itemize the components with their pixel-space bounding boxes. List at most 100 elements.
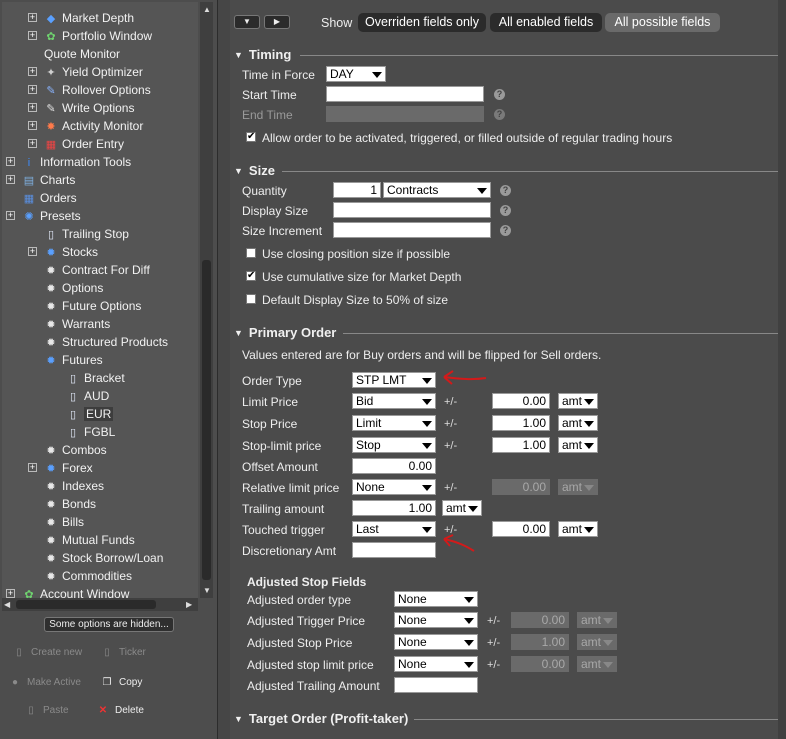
some-options-hidden-button[interactable]: Some options are hidden...: [44, 617, 174, 632]
trailing-amount-input[interactable]: 1.00: [352, 500, 436, 516]
stop-price-ref-select[interactable]: Limit: [352, 415, 436, 431]
tree-item[interactable]: ✹ Stocks: [44, 243, 98, 261]
tree-item[interactable]: ✦ Yield Optimizer: [44, 63, 143, 81]
tree-item[interactable]: ✎ Write Options: [44, 99, 134, 117]
display-size-input[interactable]: [333, 202, 491, 218]
adjusted-stop-offset-input[interactable]: 1.00: [511, 634, 569, 650]
adjusted-order-type-select[interactable]: None: [394, 591, 478, 607]
timing-section-header[interactable]: ▼ Timing: [234, 47, 291, 62]
tree-item[interactable]: ✹ Structured Products: [44, 333, 168, 351]
adjusted-trailing-input[interactable]: [394, 677, 478, 693]
tree-item[interactable]: Quote Monitor: [44, 45, 120, 63]
tree-expander-icon[interactable]: +: [28, 85, 37, 94]
touched-trigger-unit-select[interactable]: amt: [558, 521, 598, 537]
start-time-input[interactable]: [326, 86, 484, 102]
stop-limit-unit-select[interactable]: amt: [558, 437, 598, 453]
default-display-checkbox[interactable]: [246, 294, 256, 304]
scroll-left-arrow-icon[interactable]: ◀: [4, 600, 10, 609]
tree-horizontal-scrollbar[interactable]: ◀ ▶: [2, 598, 198, 611]
tree-expander-icon[interactable]: +: [6, 157, 15, 166]
tree-item[interactable]: ▦ Orders: [22, 189, 77, 207]
all-possible-fields-button[interactable]: All possible fields: [605, 13, 720, 32]
primary-order-section-header[interactable]: ▼ Primary Order: [234, 325, 336, 340]
ticker-button[interactable]: ▯ Ticker: [100, 647, 146, 658]
tree-item[interactable]: ▯ Bracket: [66, 369, 125, 387]
help-icon[interactable]: ?: [500, 225, 511, 236]
offset-amount-input[interactable]: 0.00: [352, 458, 436, 474]
limit-price-offset-input[interactable]: 0.00: [492, 393, 550, 409]
quantity-unit-select[interactable]: Contracts: [383, 182, 491, 198]
tree-item[interactable]: ✹ Bonds: [44, 495, 96, 513]
tree-item[interactable]: ▯ FGBL: [66, 423, 115, 441]
adjusted-stop-limit-unit-select[interactable]: amt: [577, 656, 617, 672]
tree-expander-icon[interactable]: +: [28, 121, 37, 130]
tree-item[interactable]: ▤ Charts: [22, 171, 76, 189]
tree-expander-icon[interactable]: +: [28, 67, 37, 76]
adjusted-stop-unit-select[interactable]: amt: [577, 634, 617, 650]
adjusted-stop-ref-select[interactable]: None: [394, 634, 478, 650]
tree-item[interactable]: ✿ Portfolio Window: [44, 27, 152, 45]
order-type-select[interactable]: STP LMT: [352, 372, 436, 388]
tree-item[interactable]: ✹ Options: [44, 279, 103, 297]
tree-scroll-thumb[interactable]: [202, 260, 211, 580]
right-vertical-scrollbar[interactable]: [778, 0, 786, 739]
adjusted-stop-limit-offset-input[interactable]: 0.00: [511, 656, 569, 672]
tree-expander-icon[interactable]: +: [28, 13, 37, 22]
tree-expander-icon[interactable]: +: [6, 589, 15, 598]
tree-item[interactable]: ✹ Bills: [44, 513, 84, 531]
cumulative-size-checkbox[interactable]: ✔: [246, 271, 256, 281]
discretionary-amt-input[interactable]: [352, 542, 436, 558]
end-time-input[interactable]: [326, 106, 484, 122]
touched-trigger-ref-select[interactable]: Last: [352, 521, 436, 537]
limit-price-unit-select[interactable]: amt: [558, 393, 598, 409]
quantity-input[interactable]: 1: [333, 182, 381, 198]
help-icon[interactable]: ?: [494, 89, 505, 100]
tree-expander-icon[interactable]: +: [6, 211, 15, 220]
all-enabled-fields-button[interactable]: All enabled fields: [490, 13, 602, 32]
tree-item[interactable]: ✹ Indexes: [44, 477, 104, 495]
stop-price-offset-input[interactable]: 1.00: [492, 415, 550, 431]
stop-price-unit-select[interactable]: amt: [558, 415, 598, 431]
tree-item[interactable]: ▦ Order Entry: [44, 135, 124, 153]
paste-button[interactable]: ▯ Paste: [24, 705, 68, 716]
tree-expander-icon[interactable]: +: [28, 103, 37, 112]
tree-item[interactable]: ✹ Futures: [44, 351, 102, 369]
tree-expander-icon[interactable]: +: [6, 175, 15, 184]
outside-rth-checkbox[interactable]: ✔: [246, 132, 256, 142]
tree-hscroll-thumb[interactable]: [16, 600, 156, 609]
create-new-button[interactable]: ▯ Create new: [12, 647, 82, 658]
tree-vertical-scrollbar[interactable]: ▲ ▼: [200, 2, 213, 598]
make-active-button[interactable]: ● Make Active: [8, 677, 81, 688]
stop-limit-offset-input[interactable]: 1.00: [492, 437, 550, 453]
tree-expander-icon[interactable]: +: [28, 139, 37, 148]
trailing-unit-select[interactable]: amt: [442, 500, 482, 516]
nav-forward-button[interactable]: ▶: [264, 15, 290, 29]
target-order-section-header[interactable]: ▼ Target Order (Profit-taker): [234, 711, 408, 726]
relative-limit-offset-input[interactable]: 0.00: [492, 479, 550, 495]
tree-item[interactable]: ✺ Presets: [22, 207, 80, 225]
stop-limit-ref-select[interactable]: Stop: [352, 437, 436, 453]
tree-item[interactable]: ◆ Market Depth: [44, 9, 134, 27]
overridden-fields-button[interactable]: Overriden fields only: [358, 13, 486, 32]
tree-item[interactable]: ✹ Combos: [44, 441, 106, 459]
tree-item[interactable]: ✹ Commodities: [44, 567, 132, 585]
tree-item[interactable]: ▯ EUR: [66, 405, 114, 423]
panel-splitter[interactable]: [218, 0, 230, 739]
delete-button[interactable]: ✕ Delete: [96, 705, 144, 716]
tree-item[interactable]: ✹ Stock Borrow/Loan: [44, 549, 163, 567]
tree-item[interactable]: ✸ Activity Monitor: [44, 117, 143, 135]
tree-item[interactable]: ▯ Trailing Stop: [44, 225, 129, 243]
relative-limit-unit-select[interactable]: amt: [558, 479, 598, 495]
size-increment-input[interactable]: [333, 222, 491, 238]
adjusted-trigger-unit-select[interactable]: amt: [577, 612, 617, 628]
scroll-down-arrow-icon[interactable]: ▼: [203, 586, 211, 595]
touched-trigger-offset-input[interactable]: 0.00: [492, 521, 550, 537]
tree-item[interactable]: ✹ Mutual Funds: [44, 531, 134, 549]
limit-price-ref-select[interactable]: Bid: [352, 393, 436, 409]
tree-item[interactable]: ✹ Warrants: [44, 315, 110, 333]
tree-item[interactable]: ✿ Account Window: [22, 585, 129, 598]
scroll-right-arrow-icon[interactable]: ▶: [186, 600, 192, 609]
tree-expander-icon[interactable]: +: [28, 247, 37, 256]
closing-size-checkbox[interactable]: [246, 248, 256, 258]
nav-down-button[interactable]: ▼: [234, 15, 260, 29]
